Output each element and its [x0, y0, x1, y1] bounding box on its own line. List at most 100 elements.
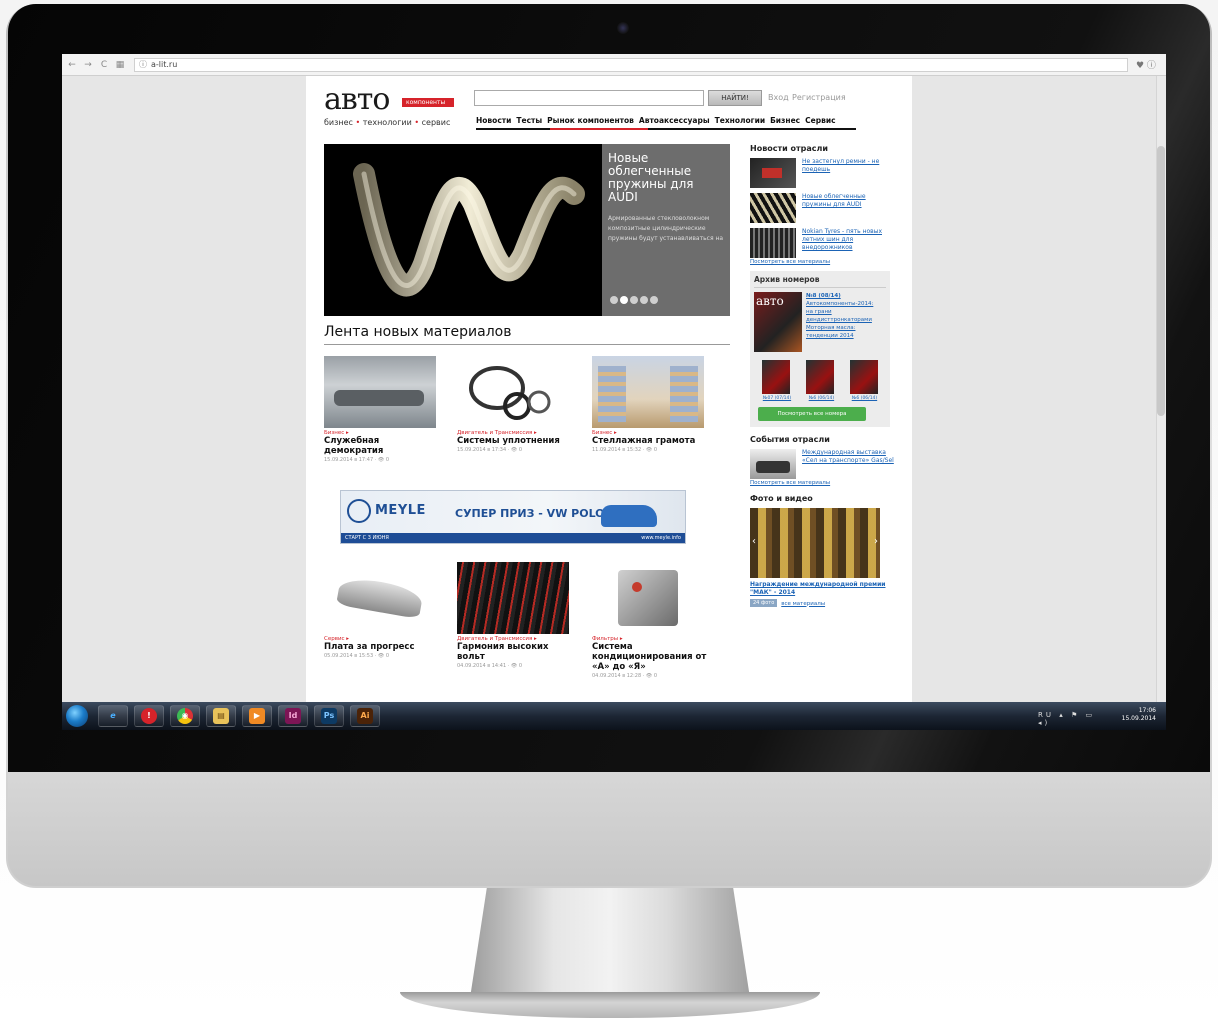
- event-item[interactable]: Международная выставка «Сел на транспорт…: [750, 449, 894, 479]
- nav-accessories[interactable]: Автоаксессуары: [639, 116, 710, 125]
- slider-dot[interactable]: [640, 296, 648, 304]
- photo-all-link[interactable]: все материалы: [781, 601, 825, 607]
- mini-cover[interactable]: [762, 360, 790, 394]
- clock[interactable]: 17:06 15.09.2014: [1122, 707, 1156, 723]
- forward-icon[interactable]: →: [82, 60, 94, 70]
- news-link[interactable]: Новые облегченные пружины для AUDI: [802, 193, 894, 223]
- feed-card[interactable]: Бизнес ▸ Служебная демократия 15.09.2014…: [324, 356, 440, 463]
- photo-gallery[interactable]: ‹ ›: [750, 508, 880, 578]
- archive-line[interactable]: Моторная масла:: [806, 324, 873, 332]
- mini-cover-label[interactable]: №6 (06/14): [809, 396, 834, 401]
- card-image: [457, 562, 569, 634]
- mini-cover-label[interactable]: №07 (07/14): [763, 396, 791, 401]
- slider-dot[interactable]: [630, 296, 638, 304]
- archive-issue[interactable]: №8 (08/14): [806, 292, 873, 300]
- event-link[interactable]: Международная выставка «Сел на транспорт…: [802, 449, 894, 479]
- feed-card[interactable]: Сервис ▸ Плата за прогресс 05.09.2014 в …: [324, 562, 440, 659]
- feed-card[interactable]: Бизнес ▸ Стеллажная грамота 11.09.2014 в…: [592, 356, 708, 453]
- all-issues-button[interactable]: Посмотреть все номера: [758, 407, 866, 421]
- scrollbar-thumb[interactable]: [1157, 146, 1165, 416]
- opera-icon: !: [141, 708, 157, 724]
- archive-box: Архив номеров авто №8 (08/14) Автокомпон…: [750, 271, 890, 427]
- card-image: [324, 356, 436, 428]
- photo-count-badge: 24 фото: [750, 599, 778, 607]
- feed-card[interactable]: Двигатель и Трансмиссия ▸ Гармония высок…: [457, 562, 573, 669]
- all-materials-link[interactable]: Посмотреть все материалы: [750, 259, 894, 265]
- extension-icons[interactable]: ♥ ⓘ: [1136, 58, 1166, 71]
- register-link[interactable]: Регистрация: [792, 93, 846, 102]
- news-link[interactable]: Nokian Tyres - пять новых летних шин для…: [802, 228, 894, 258]
- card-image: [592, 356, 704, 428]
- card-title[interactable]: Стеллажная грамота: [592, 436, 708, 446]
- feed-card[interactable]: Двигатель и Трансмиссия ▸ Системы уплотн…: [457, 356, 573, 453]
- folder-icon: ▤: [213, 708, 229, 724]
- nav-business[interactable]: Бизнес: [770, 116, 800, 125]
- news-item[interactable]: Не застегнул ремни - не поедешь: [750, 158, 894, 188]
- photoshop-icon: Ps: [321, 708, 337, 724]
- news-item[interactable]: Nokian Tyres - пять новых летних шин для…: [750, 228, 894, 258]
- reload-icon[interactable]: C: [98, 60, 110, 70]
- archive-cover[interactable]: авто: [754, 292, 802, 352]
- taskbar-opera[interactable]: !: [134, 705, 164, 727]
- taskbar: e ! ◉ ▤ ▶ Id Ps Ai RU ▴ ⚑ ▭ ◂) 17:06 15.…: [62, 702, 1166, 730]
- photo-caption[interactable]: Награждение международной премии "МАК" -…: [750, 581, 894, 597]
- slider-dot[interactable]: [610, 296, 618, 304]
- scrollbar[interactable]: [1156, 76, 1166, 702]
- archive-cover-logo: авто: [756, 294, 784, 308]
- card-title[interactable]: Система кондиционирования от «А» до «Я»: [592, 642, 708, 672]
- feed-card[interactable]: Фильтры ▸ Система кондиционирования от «…: [592, 562, 708, 679]
- card-title[interactable]: Гармония высоких вольт: [457, 642, 573, 662]
- archive-line[interactable]: дендисттронкаторами: [806, 316, 873, 324]
- mini-cover[interactable]: [850, 360, 878, 394]
- taskbar-media[interactable]: ▶: [242, 705, 272, 727]
- car-icon: [601, 505, 657, 527]
- card-title[interactable]: Системы уплотнения: [457, 436, 573, 446]
- news-thumb: [750, 158, 796, 188]
- tray-icons[interactable]: RU ▴ ⚑ ▭ ◂): [1038, 711, 1108, 727]
- gallery-next-icon[interactable]: ›: [874, 536, 878, 547]
- taskbar-chrome[interactable]: ◉: [170, 705, 200, 727]
- site-info-icon[interactable]: ⓘ: [139, 59, 147, 70]
- slider-dot-active[interactable]: [620, 296, 628, 304]
- hero-title[interactable]: Новые облегченные пружины для AUDI: [608, 152, 724, 204]
- archive-line[interactable]: тенденции 2014: [806, 332, 873, 340]
- site-logo[interactable]: авто компоненты бизнес • технологии • се…: [324, 84, 464, 134]
- card-title[interactable]: Плата за прогресс: [324, 642, 440, 652]
- archive-line[interactable]: Автокомпоненты-2014:: [806, 300, 873, 308]
- nav-technology[interactable]: Технологии: [715, 116, 765, 125]
- mini-cover[interactable]: [806, 360, 834, 394]
- nav-news[interactable]: Новости: [476, 116, 511, 125]
- news-item[interactable]: Новые облегченные пружины для AUDI: [750, 193, 894, 223]
- card-title[interactable]: Служебная демократия: [324, 436, 440, 456]
- card-meta: 15.09.2014 в 17:34 · 👁 0: [457, 447, 523, 453]
- nav-market[interactable]: Рынок компонентов: [547, 116, 634, 125]
- start-button[interactable]: [66, 705, 88, 727]
- hero-caption: Новые облегченные пружины для AUDI Армир…: [602, 144, 730, 316]
- login-link[interactable]: Вход: [768, 93, 789, 102]
- taskbar-indesign[interactable]: Id: [278, 705, 308, 727]
- search-button[interactable]: НАЙТИ!: [708, 90, 762, 106]
- events-title: События отрасли: [750, 435, 830, 444]
- gallery-prev-icon[interactable]: ‹: [752, 536, 756, 547]
- nav-tests[interactable]: Тесты: [516, 116, 542, 125]
- apps-icon[interactable]: ▦: [114, 60, 126, 70]
- news-link[interactable]: Не застегнул ремни - не поедешь: [802, 158, 894, 188]
- taskbar-photoshop[interactable]: Ps: [314, 705, 344, 727]
- taskbar-ie[interactable]: e: [98, 705, 128, 727]
- slider-dot[interactable]: [650, 296, 658, 304]
- mini-cover-label[interactable]: №6 (06/14): [852, 396, 877, 401]
- address-bar[interactable]: ⓘ a-lit.ru: [134, 57, 1128, 72]
- advert-banner[interactable]: MEYLE СУПЕР ПРИЗ - VW POLO СТАРТ С 3 ИЮН…: [340, 490, 686, 544]
- taskbar-explorer[interactable]: ▤: [206, 705, 236, 727]
- events-all-link[interactable]: Посмотреть все материалы: [750, 480, 894, 486]
- taskbar-illustrator[interactable]: Ai: [350, 705, 380, 727]
- archive-line[interactable]: на грани: [806, 308, 873, 316]
- card-image: [324, 562, 436, 634]
- nav-service[interactable]: Сервис: [805, 116, 835, 125]
- banner-footer-right: www.meyle.info: [641, 535, 681, 541]
- screen: ← → C ▦ ⓘ a-lit.ru ♥ ⓘ авто компоненты б…: [62, 54, 1166, 730]
- search-input[interactable]: [474, 90, 704, 106]
- card-meta: 15.09.2014 в 17:47 · 👁 0: [324, 457, 390, 463]
- hero-slider[interactable]: Новые облегченные пружины для AUDI Армир…: [324, 144, 730, 316]
- back-icon[interactable]: ←: [66, 60, 78, 70]
